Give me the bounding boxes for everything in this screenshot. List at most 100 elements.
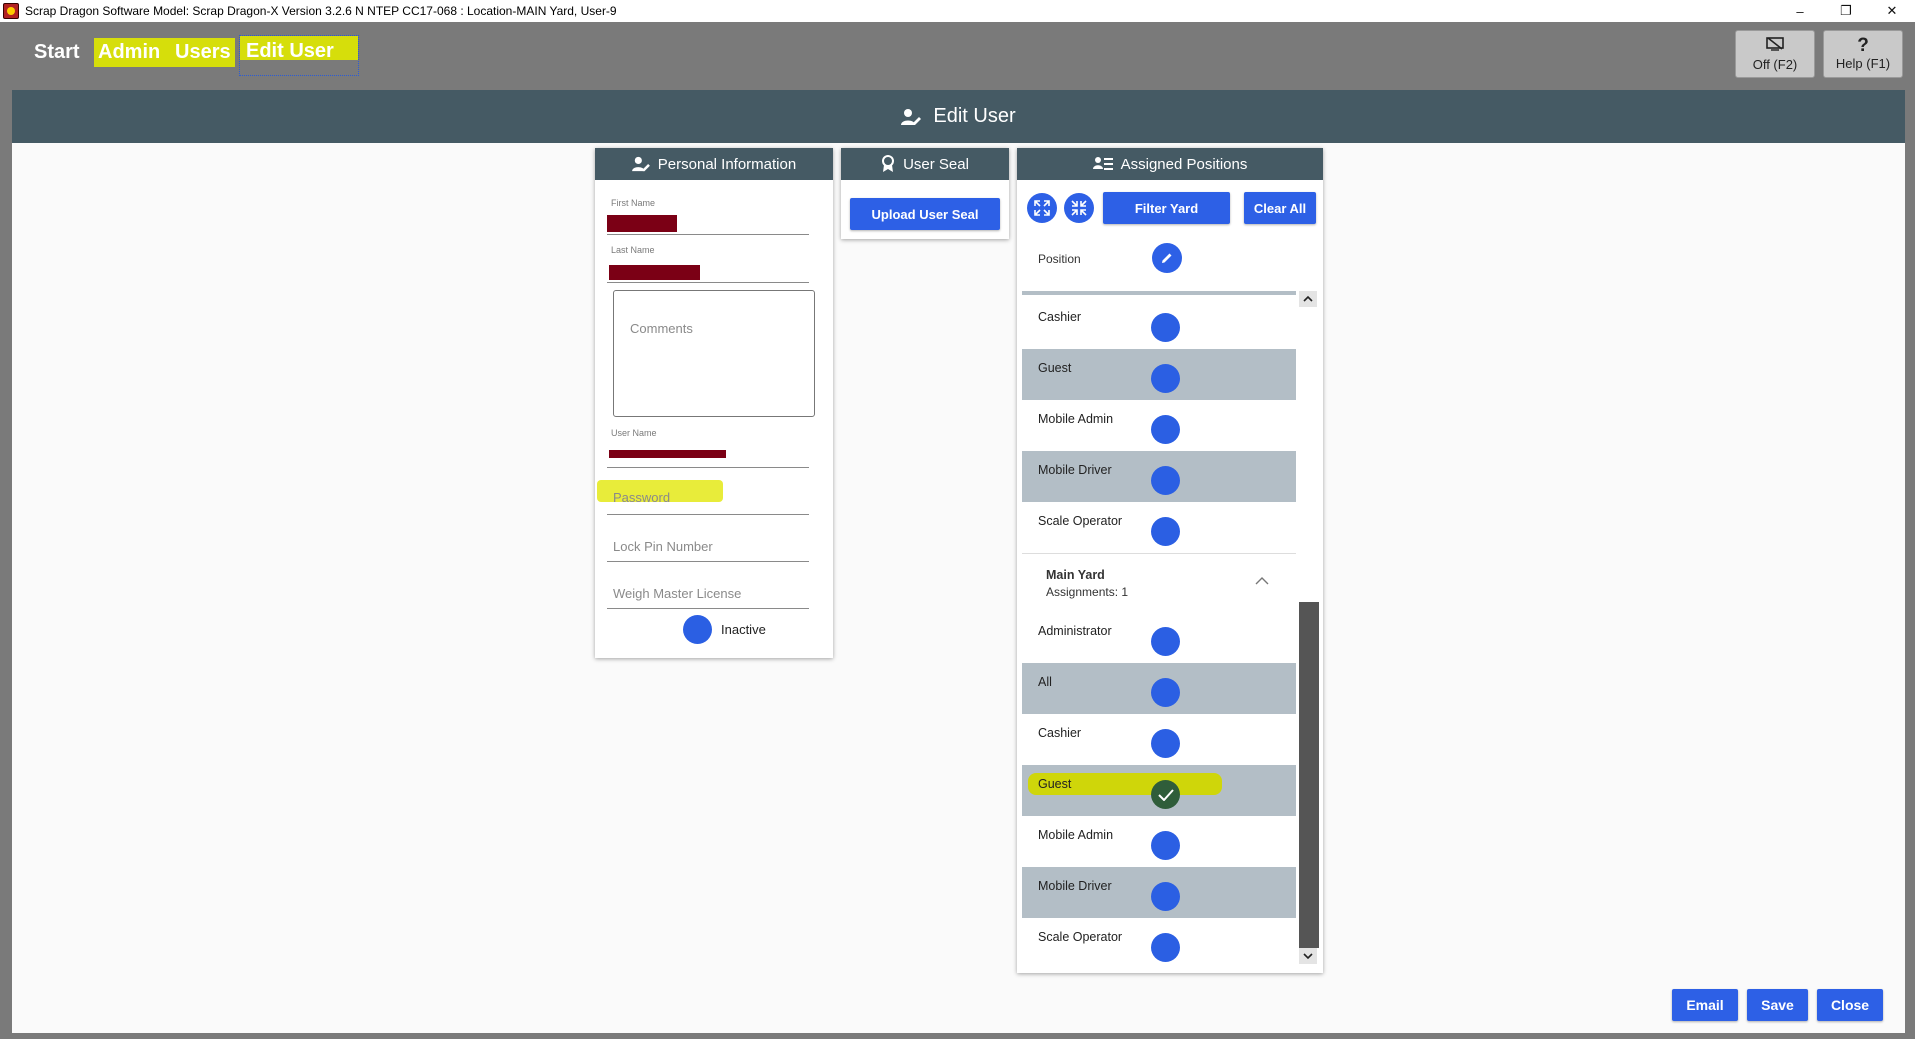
position-toggle[interactable] bbox=[1151, 729, 1180, 758]
position-row: Scale Operator bbox=[1022, 918, 1296, 969]
edit-positions-button[interactable] bbox=[1152, 243, 1182, 273]
password-field[interactable]: Password bbox=[597, 478, 809, 515]
window-title: Scrap Dragon Software Model: Scrap Drago… bbox=[25, 4, 617, 18]
minimize-button[interactable]: – bbox=[1777, 0, 1823, 22]
scroll-up-button[interactable] bbox=[1299, 291, 1317, 307]
inactive-toggle[interactable] bbox=[683, 615, 712, 644]
collapse-all-button[interactable] bbox=[1064, 193, 1094, 223]
comments-placeholder: Comments bbox=[630, 321, 693, 336]
close-window-button[interactable]: ✕ bbox=[1869, 0, 1915, 22]
save-button[interactable]: Save bbox=[1747, 989, 1808, 1021]
scroll-down-button[interactable] bbox=[1299, 948, 1317, 964]
last-name-label: Last Name bbox=[611, 245, 655, 255]
breadcrumb-admin[interactable]: Admin bbox=[94, 38, 175, 67]
position-toggle[interactable] bbox=[1151, 466, 1180, 495]
personal-info-header: Personal Information bbox=[595, 148, 833, 180]
help-icon: ? bbox=[1857, 34, 1869, 56]
off-button[interactable]: Off (F2) bbox=[1735, 30, 1815, 78]
user-name-field[interactable]: User Name bbox=[607, 428, 809, 468]
position-name: Mobile Driver bbox=[1038, 463, 1112, 477]
assigned-positions-header: Assigned Positions bbox=[1017, 148, 1323, 180]
user-edit-icon bbox=[901, 108, 922, 125]
position-name: Mobile Admin bbox=[1038, 412, 1114, 426]
help-button[interactable]: ? Help (F1) bbox=[1823, 30, 1903, 78]
chevron-up-icon bbox=[1303, 295, 1313, 302]
position-row: Guest bbox=[1022, 765, 1296, 816]
redaction-mark bbox=[607, 215, 677, 232]
scrollbar-thumb[interactable] bbox=[1299, 602, 1319, 948]
top-navigation: Start Admin Users Edit User Off (F2) ? H… bbox=[0, 22, 1915, 90]
restore-button[interactable]: ❐ bbox=[1823, 0, 1869, 22]
page-title: Edit User bbox=[933, 105, 1016, 127]
position-toggle[interactable] bbox=[1151, 678, 1180, 707]
chevron-up-icon[interactable] bbox=[1255, 576, 1269, 585]
chevron-down-icon bbox=[1303, 953, 1313, 960]
position-toggle[interactable] bbox=[1151, 882, 1180, 911]
breadcrumb-start[interactable]: Start bbox=[30, 38, 84, 67]
position-name: Mobile Admin bbox=[1038, 828, 1114, 842]
position-row: Mobile Driver bbox=[1022, 867, 1296, 918]
first-name-field[interactable]: First Name bbox=[607, 198, 809, 235]
help-label: Help (F1) bbox=[1835, 55, 1891, 71]
lock-pin-field[interactable]: Lock Pin Number bbox=[607, 525, 809, 562]
redaction-mark bbox=[609, 265, 700, 280]
position-row: All bbox=[1022, 663, 1296, 714]
user-seal-card: User Seal Upload User Seal bbox=[841, 148, 1009, 239]
position-toggle[interactable] bbox=[1151, 933, 1180, 962]
window-titlebar: Scrap Dragon Software Model: Scrap Drago… bbox=[0, 0, 1915, 22]
inactive-label: Inactive bbox=[721, 622, 766, 637]
upload-seal-button[interactable]: Upload User Seal bbox=[850, 198, 1000, 230]
redaction-mark bbox=[609, 450, 726, 458]
yard-assignments: Assignments: 1 bbox=[1046, 585, 1129, 599]
page-header: Edit User bbox=[12, 90, 1905, 143]
user-seal-title: User Seal bbox=[903, 155, 969, 173]
position-row: Mobile Admin bbox=[1022, 400, 1296, 451]
position-toggle[interactable] bbox=[1151, 627, 1180, 656]
monitor-off-icon bbox=[1766, 36, 1784, 55]
assigned-positions-card: Assigned Positions Filter Yard Clear All… bbox=[1017, 148, 1323, 973]
yard-name: Main Yard bbox=[1046, 568, 1105, 582]
position-name: Administrator bbox=[1038, 624, 1112, 638]
comments-textarea[interactable]: Comments bbox=[613, 290, 815, 417]
close-button[interactable]: Close bbox=[1817, 989, 1883, 1021]
email-button[interactable]: Email bbox=[1672, 989, 1738, 1021]
position-row: Scale Operator bbox=[1022, 502, 1296, 553]
clear-all-button[interactable]: Clear All bbox=[1244, 192, 1316, 224]
position-name: Cashier bbox=[1038, 726, 1082, 740]
position-name: Cashier bbox=[1038, 310, 1082, 324]
position-row: Administrator bbox=[1022, 612, 1296, 663]
position-column-header: Position bbox=[1038, 252, 1081, 266]
position-toggle[interactable] bbox=[1151, 517, 1180, 546]
position-name: Guest bbox=[1038, 361, 1072, 375]
position-row: Cashier bbox=[1022, 714, 1296, 765]
position-toggle[interactable] bbox=[1151, 831, 1180, 860]
position-row: Guest bbox=[1022, 349, 1296, 400]
position-toggle[interactable] bbox=[1151, 415, 1180, 444]
personal-info-card: Personal Information First Name Last Nam… bbox=[595, 148, 833, 658]
lock-pin-placeholder: Lock Pin Number bbox=[613, 539, 713, 554]
breadcrumb-users[interactable]: Users bbox=[171, 38, 235, 67]
filter-yard-button[interactable]: Filter Yard bbox=[1103, 192, 1230, 224]
user-list-icon bbox=[1092, 157, 1113, 170]
position-toggle[interactable] bbox=[1151, 313, 1180, 342]
weigh-master-field[interactable]: Weigh Master License bbox=[607, 572, 809, 609]
position-toggle-checked[interactable] bbox=[1151, 780, 1180, 809]
password-placeholder: Password bbox=[613, 490, 671, 505]
position-name: Mobile Driver bbox=[1038, 879, 1112, 893]
weigh-master-placeholder: Weigh Master License bbox=[613, 586, 742, 601]
assigned-positions-title: Assigned Positions bbox=[1120, 155, 1248, 173]
award-icon bbox=[882, 155, 895, 172]
user-name-label: User Name bbox=[611, 428, 657, 438]
pencil-icon bbox=[1162, 253, 1172, 263]
off-label: Off (F2) bbox=[1752, 56, 1798, 72]
expand-icon bbox=[1034, 200, 1050, 216]
breadcrumb-edit-user[interactable]: Edit User bbox=[239, 35, 359, 76]
expand-all-button[interactable] bbox=[1027, 193, 1057, 223]
position-name: Scale Operator bbox=[1038, 930, 1123, 944]
yard-group-header[interactable]: Main Yard Assignments: 1 bbox=[1022, 554, 1296, 608]
last-name-field[interactable]: Last Name bbox=[607, 245, 809, 283]
position-toggle[interactable] bbox=[1151, 364, 1180, 393]
user-edit-icon bbox=[631, 156, 650, 172]
first-name-label: First Name bbox=[611, 198, 656, 208]
position-row: Mobile Admin bbox=[1022, 816, 1296, 867]
